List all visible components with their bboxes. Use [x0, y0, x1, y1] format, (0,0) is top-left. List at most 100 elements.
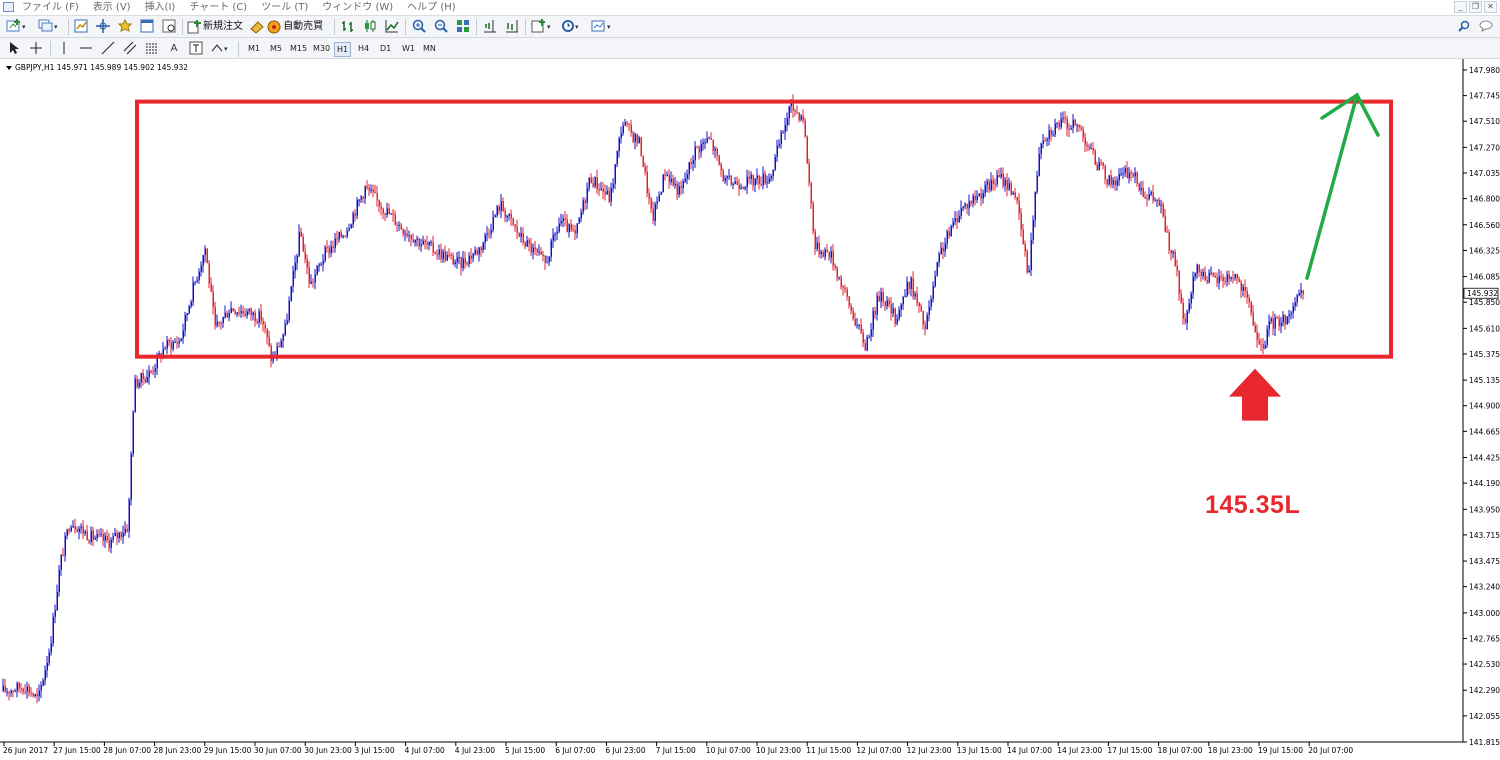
candle-body [1148, 194, 1150, 199]
candle-body [776, 145, 778, 157]
close-window-button[interactable]: ✕ [1484, 1, 1497, 13]
menu-chart[interactable]: チャート (C) [189, 0, 247, 15]
candle-body [900, 304, 902, 310]
candle-body [258, 311, 260, 323]
candle-body [928, 306, 930, 316]
indicators-button[interactable]: ▾ [531, 19, 551, 35]
bar-chart-button[interactable] [340, 19, 356, 35]
candle-body [1114, 180, 1116, 186]
navigator-button[interactable] [95, 19, 111, 35]
strategy-tester-button[interactable] [161, 19, 177, 35]
templates-button[interactable]: ▾ [591, 19, 611, 35]
equidistant-channel-tool[interactable] [122, 41, 138, 57]
time-tick-label: 3 Jul 15:00 [354, 746, 394, 755]
candle-body [470, 255, 472, 259]
candle-body [190, 301, 192, 307]
candle-body [778, 143, 780, 146]
period-h1[interactable]: H1 [334, 42, 352, 57]
candle-body [22, 688, 24, 692]
vertical-line-tool[interactable] [56, 41, 72, 57]
menu-insert[interactable]: 挿入(I) [145, 0, 176, 15]
candle-body [1014, 192, 1016, 198]
crosshair-tool[interactable] [28, 41, 44, 57]
autoscroll-button[interactable] [504, 19, 520, 35]
candle-body [720, 164, 722, 171]
period-d1[interactable]: D1 [378, 42, 393, 55]
period-m1[interactable]: M1 [246, 42, 262, 55]
candle-body [196, 279, 198, 282]
period-h4[interactable]: H4 [356, 42, 371, 55]
time-tick-label: 30 Jun 07:00 [254, 746, 302, 755]
auto-trading-icon [250, 21, 264, 34]
candle-body [764, 173, 766, 184]
menu-help[interactable]: ヘルプ (H) [407, 0, 456, 15]
candle-body [204, 248, 206, 256]
candle-body [920, 306, 922, 311]
price-tick-label: 143.715 [1469, 531, 1500, 540]
favorites-button[interactable] [117, 19, 133, 35]
chart-shift-button[interactable] [482, 19, 498, 35]
tile-windows-button[interactable] [455, 19, 471, 35]
candle-body [772, 169, 774, 176]
candle-body [1028, 270, 1030, 272]
fibonacci-tool[interactable] [144, 41, 160, 57]
restore-button[interactable]: ❐ [1469, 1, 1482, 13]
market-watch-button[interactable] [73, 19, 89, 35]
menu-window[interactable]: ウィンドウ (W) [322, 0, 393, 15]
candle-body [1070, 128, 1072, 130]
candlestick-button[interactable] [362, 19, 378, 35]
profiles-button[interactable]: ▾ [38, 19, 58, 35]
line-chart-button[interactable] [384, 19, 400, 35]
candle-body [44, 670, 46, 681]
candle-body [1180, 293, 1182, 303]
candle-body [166, 340, 168, 349]
period-m5[interactable]: M5 [268, 42, 284, 55]
text-tool[interactable]: A [166, 41, 182, 57]
menu-tools[interactable]: ツール (T) [261, 0, 308, 15]
candle-body [1206, 280, 1208, 283]
search-button[interactable] [1456, 19, 1472, 35]
new-order-button[interactable]: 新規注文 [187, 19, 245, 35]
period-m30[interactable]: M30 [311, 42, 332, 55]
chat-button[interactable] [1478, 19, 1494, 35]
trendline-tool[interactable] [100, 41, 116, 57]
new-chart-button[interactable]: ▾ [6, 19, 26, 35]
menu-file[interactable]: ファイル (F) [22, 0, 79, 15]
candle-body [394, 214, 396, 225]
menu-view[interactable]: 表示 (V) [93, 0, 131, 15]
period-mn[interactable]: MN [421, 42, 438, 55]
zoom-out-button[interactable] [433, 19, 449, 35]
candle-body [1156, 199, 1158, 201]
candle-body [980, 193, 982, 199]
candle-body [326, 247, 328, 249]
period-m15[interactable]: M15 [288, 42, 309, 55]
candle-body [364, 186, 366, 199]
candle-body [414, 239, 416, 243]
candle-body [76, 529, 78, 532]
candle-body [218, 321, 220, 323]
time-tick-label: 12 Jul 07:00 [856, 746, 901, 755]
candle-body [864, 342, 866, 351]
cursor-tool[interactable] [6, 41, 22, 57]
periodicity-button[interactable]: ▾ [561, 19, 579, 35]
candle-body [558, 223, 560, 232]
terminal-button[interactable] [139, 19, 155, 35]
candle-body [224, 312, 226, 318]
period-w1[interactable]: W1 [400, 42, 417, 55]
horizontal-line-tool[interactable] [78, 41, 94, 57]
price-chart[interactable]: 147.980 147.745 147.510 147.270 147.035 146.8… [0, 59, 1500, 760]
candle-body [246, 311, 248, 316]
minimize-button[interactable]: _ [1454, 1, 1467, 13]
candle-body [1026, 251, 1028, 272]
candle-body [1138, 183, 1140, 191]
chart-window[interactable]: 147.980 147.745 147.510 147.270 147.035 146.8… [0, 59, 1500, 760]
candle-body [18, 682, 20, 689]
text-label-tool[interactable] [188, 41, 204, 57]
app-icon [3, 2, 14, 12]
candle-body [1158, 199, 1160, 206]
market-watch-icon [74, 19, 88, 33]
auto-trading-button[interactable]: 自動売買 [250, 19, 328, 35]
zoom-in-button[interactable] [411, 19, 427, 35]
arrows-tool[interactable]: ▾ [210, 41, 228, 57]
price-tick-label: 146.325 [1469, 246, 1500, 255]
